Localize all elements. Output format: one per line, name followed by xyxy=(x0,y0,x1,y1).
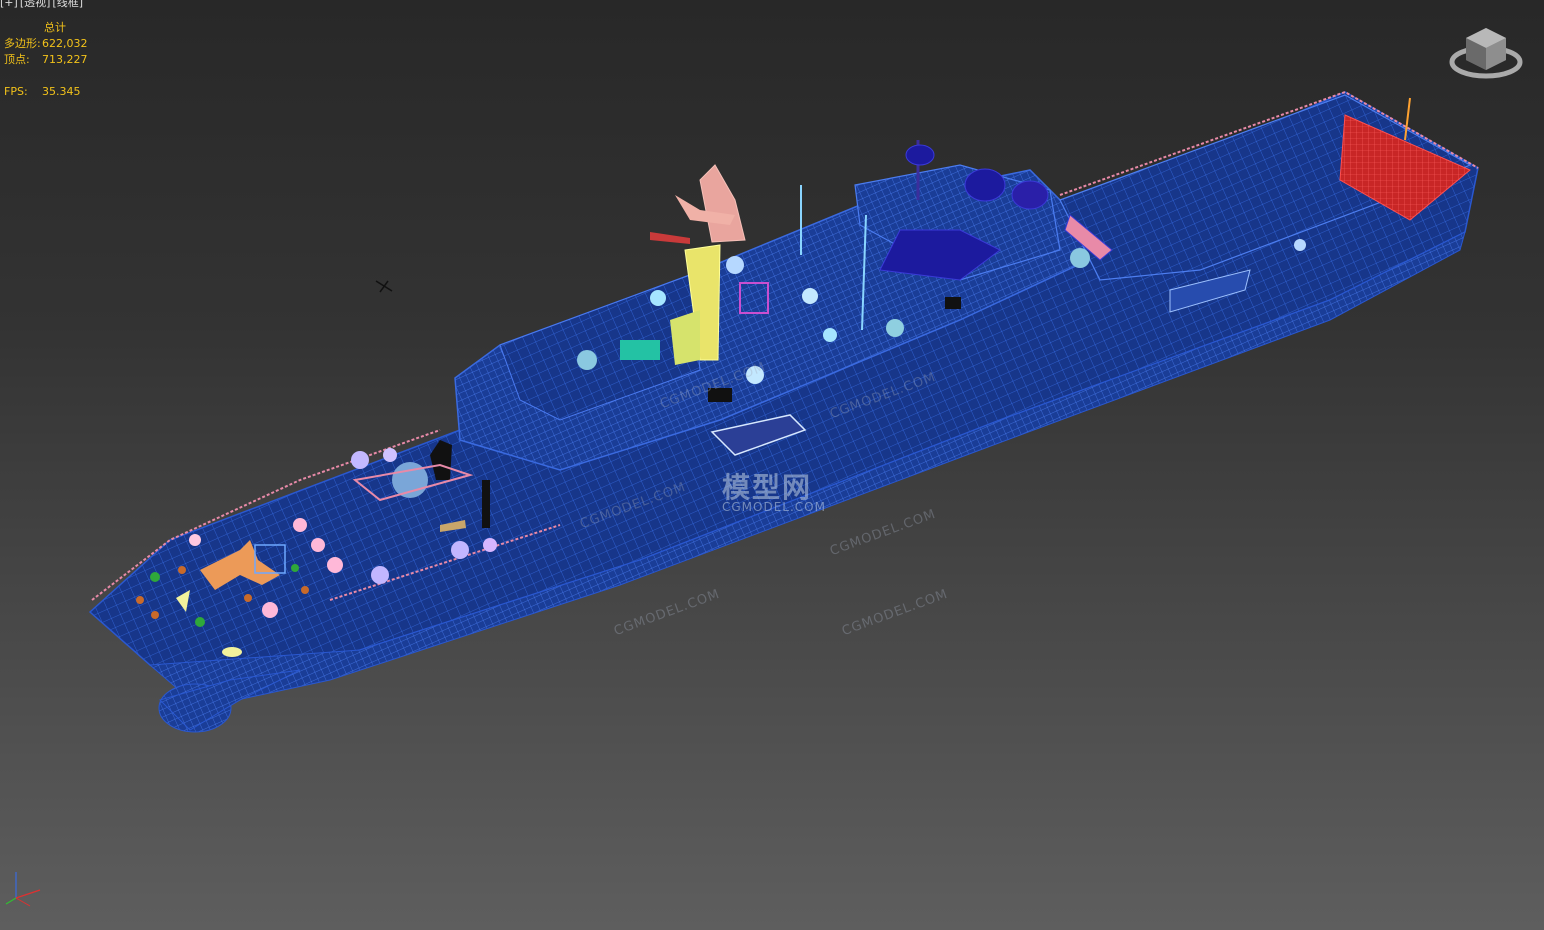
watermark-sub: CGMODEL.COM xyxy=(722,500,826,514)
perspective-viewport[interactable]: [+] [透视] [线框] 总计 多边形:622,032 顶点: 713,227 FP… xyxy=(0,0,1544,930)
axis-tripod-icon xyxy=(5,872,41,907)
viewcube-icon[interactable] xyxy=(1446,18,1526,82)
cursor-cross-icon xyxy=(375,280,393,293)
ship-wireframe-model[interactable] xyxy=(0,0,1544,930)
